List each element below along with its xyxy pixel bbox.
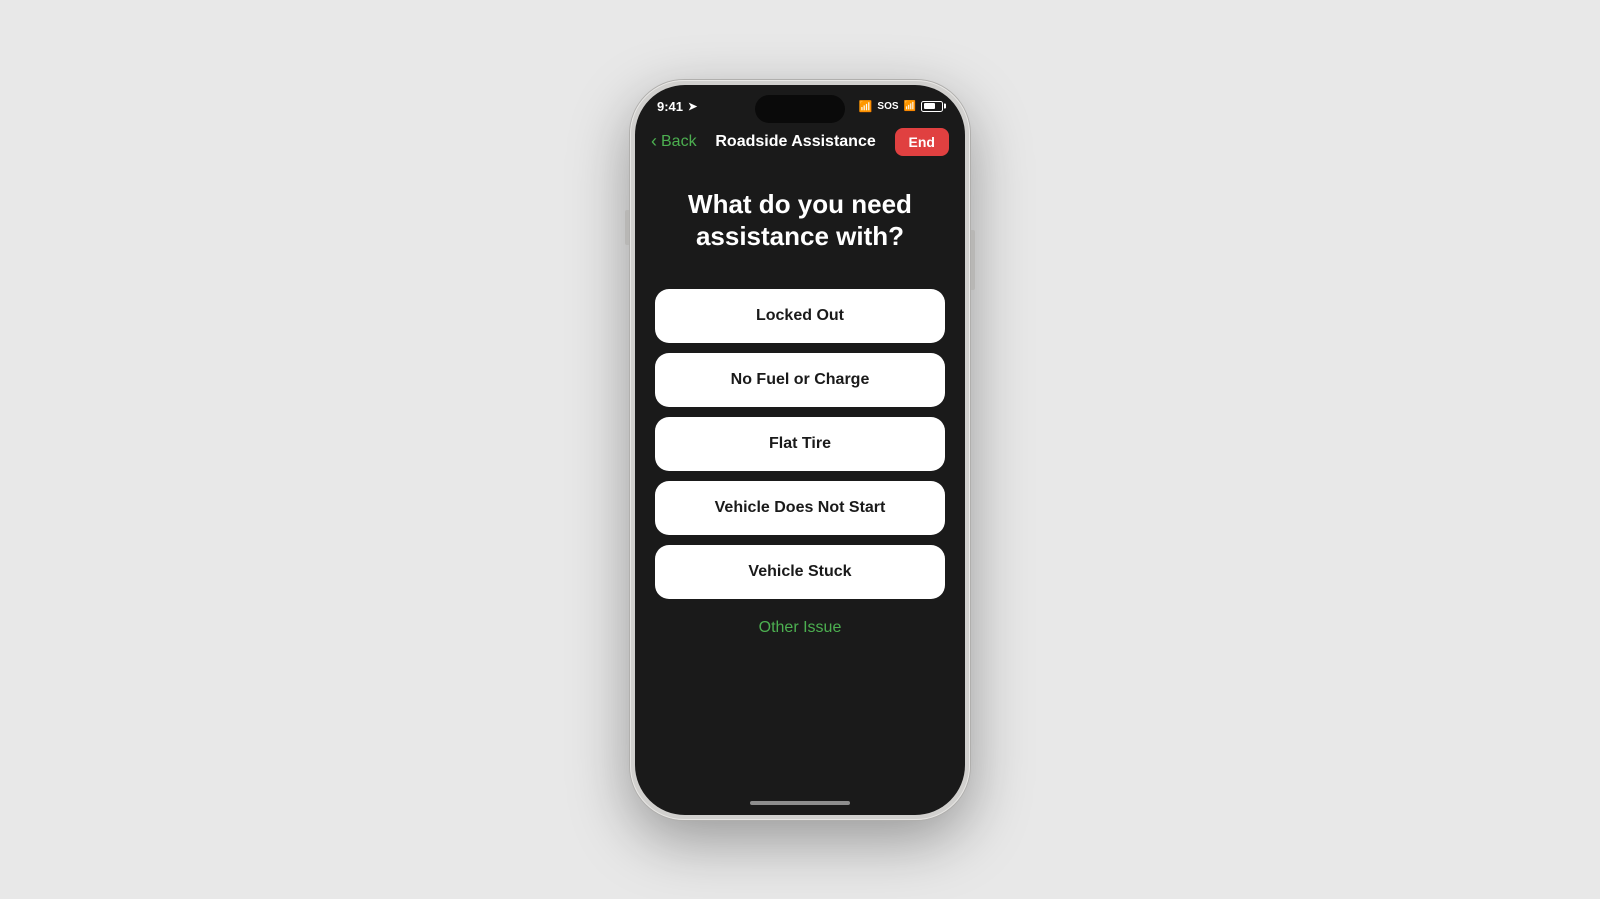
nav-title: Roadside Assistance xyxy=(715,133,875,151)
other-issue-link[interactable]: Other Issue xyxy=(759,619,842,637)
back-button[interactable]: ‹ Back xyxy=(651,132,697,152)
main-content: What do you need assistance with? Locked… xyxy=(635,168,965,793)
option-no-start[interactable]: Vehicle Does Not Start xyxy=(655,481,945,535)
option-locked-out[interactable]: Locked Out xyxy=(655,289,945,343)
option-vehicle-stuck[interactable]: Vehicle Stuck xyxy=(655,545,945,599)
sos-label: SOS xyxy=(877,101,898,112)
option-no-fuel[interactable]: No Fuel or Charge xyxy=(655,353,945,407)
back-label: Back xyxy=(661,133,697,151)
battery-indicator xyxy=(921,101,943,112)
home-bar xyxy=(750,801,850,805)
home-indicator xyxy=(635,793,965,815)
options-list: Locked Out No Fuel or Charge Flat Tire V… xyxy=(655,289,945,599)
signal-icon: 📶 xyxy=(904,101,916,112)
dynamic-island xyxy=(755,95,845,123)
question-heading: What do you need assistance with? xyxy=(655,188,945,253)
location-icon: ➤ xyxy=(688,100,697,113)
option-flat-tire[interactable]: Flat Tire xyxy=(655,417,945,471)
back-chevron-icon: ‹ xyxy=(651,131,657,152)
end-button[interactable]: End xyxy=(895,128,949,156)
phone-frame: 9:41 ➤ 📶 SOS 📶 ‹ Back Roadside Assistanc xyxy=(630,80,970,820)
bluetooth-icon: 📶 xyxy=(859,100,873,113)
status-time: 9:41 xyxy=(657,99,683,114)
nav-bar: ‹ Back Roadside Assistance End xyxy=(635,120,965,168)
